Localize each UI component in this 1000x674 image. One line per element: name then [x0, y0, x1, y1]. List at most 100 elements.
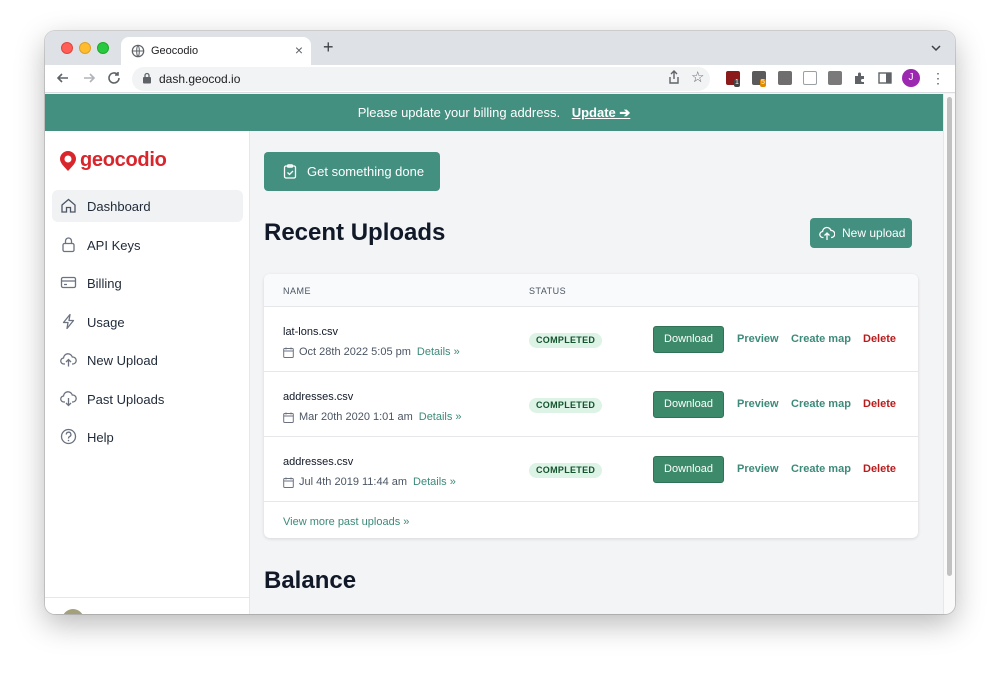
user-avatar[interactable]: [62, 609, 84, 614]
cloud-upload-icon: [819, 226, 835, 240]
extension-page-icon[interactable]: [803, 71, 817, 85]
globe-icon: [131, 44, 145, 58]
sidebar-divider: [45, 597, 250, 598]
tab-title: Geocodio: [151, 45, 199, 57]
calendar-icon: [283, 412, 294, 423]
tab-close-icon[interactable]: ×: [295, 42, 303, 58]
share-icon[interactable]: [667, 69, 681, 85]
table-row: addresses.csv Jul 4th 2019 11:44 am Deta…: [264, 437, 918, 502]
help-circle-icon: [60, 428, 77, 445]
download-button[interactable]: Download: [653, 391, 724, 418]
lock-icon: [143, 72, 151, 84]
extension-s-icon[interactable]: [778, 71, 792, 85]
update-link[interactable]: Update ➔: [572, 105, 631, 120]
new-tab-button[interactable]: +: [323, 37, 334, 58]
details-link[interactable]: Details »: [417, 346, 460, 358]
back-arrow-icon[interactable]: [55, 70, 71, 86]
billing-banner: Please update your billing address. Upda…: [45, 94, 943, 131]
minimize-window-button[interactable]: [79, 42, 91, 54]
uploads-table: NAME STATUS lat-lons.csv Oct 28th 2022 5…: [264, 274, 918, 538]
balance-title: Balance: [264, 567, 357, 594]
browser-tab[interactable]: Geocodio ×: [121, 37, 311, 65]
sidebar: geocodio Dashboard API Keys Billing Usag…: [45, 131, 250, 614]
sidebar-item-past-uploads[interactable]: Past Uploads: [52, 383, 243, 415]
download-button[interactable]: Download: [653, 456, 724, 483]
cloud-download-icon: [60, 391, 77, 407]
maximize-window-button[interactable]: [97, 42, 109, 54]
browser-window: Geocodio × + dash.geocod.io ☆ 1 5 J ⋮ Pl…: [45, 31, 955, 614]
bookmark-star-icon[interactable]: ☆: [691, 68, 704, 86]
profile-avatar[interactable]: J: [902, 69, 920, 87]
upload-date: Oct 28th 2022 5:05 pm Details »: [283, 346, 460, 358]
column-header-name: NAME: [283, 286, 312, 296]
view-more-link[interactable]: View more past uploads »: [283, 516, 409, 528]
table-row: lat-lons.csv Oct 28th 2022 5:05 pm Detai…: [264, 307, 918, 372]
map-pin-logo-icon: [60, 150, 76, 171]
file-name: addresses.csv: [283, 456, 354, 468]
new-upload-button[interactable]: New upload: [810, 218, 912, 248]
table-row: addresses.csv Mar 20th 2020 1:01 am Deta…: [264, 372, 918, 437]
file-name: lat-lons.csv: [283, 326, 339, 338]
tab-strip: Geocodio × +: [45, 31, 955, 65]
sidebar-item-help[interactable]: Help: [52, 421, 243, 453]
delete-link[interactable]: Delete: [863, 398, 896, 410]
credit-card-icon: [60, 276, 77, 289]
banner-message: Please update your billing address.: [357, 105, 561, 120]
file-name: addresses.csv: [283, 391, 354, 403]
calendar-icon: [283, 347, 294, 358]
lock-icon: [62, 237, 75, 253]
date-text: Mar 20th 2020 1:01 am: [299, 411, 413, 423]
create-map-link[interactable]: Create map: [791, 463, 851, 475]
extension-badge: 1: [734, 79, 740, 87]
browser-menu-icon[interactable]: ⋮: [931, 70, 945, 87]
status-badge: COMPLETED: [529, 398, 603, 413]
sidebar-item-label: Billing: [87, 276, 122, 291]
delete-link[interactable]: Delete: [863, 333, 896, 345]
preview-link[interactable]: Preview: [737, 398, 779, 410]
sidebar-item-dashboard[interactable]: Dashboard: [52, 190, 243, 222]
details-link[interactable]: Details »: [413, 476, 456, 488]
details-link[interactable]: Details »: [419, 411, 462, 423]
tab-search-chevron-icon[interactable]: [931, 43, 941, 53]
date-text: Oct 28th 2022 5:05 pm: [299, 346, 411, 358]
download-button[interactable]: Download: [653, 326, 724, 353]
sidebar-item-usage[interactable]: Usage: [52, 306, 243, 338]
table-header: NAME STATUS: [264, 274, 918, 307]
status-badge: COMPLETED: [529, 463, 603, 478]
sidebar-item-label: Usage: [87, 315, 125, 330]
side-panel-icon[interactable]: [877, 70, 893, 86]
extension-h-icon[interactable]: [828, 71, 842, 85]
logo-text: geocodio: [80, 149, 167, 171]
get-something-done-button[interactable]: Get something done: [264, 152, 440, 191]
sidebar-item-new-upload[interactable]: New Upload: [52, 344, 243, 376]
lightning-icon: [62, 313, 75, 330]
reload-icon[interactable]: [106, 70, 122, 86]
cloud-upload-icon: [60, 353, 77, 367]
create-map-link[interactable]: Create map: [791, 333, 851, 345]
create-map-link[interactable]: Create map: [791, 398, 851, 410]
delete-link[interactable]: Delete: [863, 463, 896, 475]
calendar-icon: [283, 477, 294, 488]
date-text: Jul 4th 2019 11:44 am: [299, 476, 408, 488]
forward-arrow-icon[interactable]: [81, 70, 97, 86]
sidebar-item-label: New Upload: [87, 353, 158, 368]
extensions-puzzle-icon[interactable]: [852, 70, 868, 86]
preview-link[interactable]: Preview: [737, 333, 779, 345]
geocodio-logo[interactable]: geocodio: [58, 149, 167, 172]
preview-link[interactable]: Preview: [737, 463, 779, 475]
sidebar-item-api-keys[interactable]: API Keys: [52, 229, 243, 261]
get-something-done-label: Get something done: [307, 164, 425, 179]
new-upload-label: New upload: [842, 226, 906, 240]
sidebar-item-label: API Keys: [87, 238, 141, 253]
sidebar-item-label: Past Uploads: [87, 392, 165, 407]
status-badge: COMPLETED: [529, 333, 603, 348]
upload-date: Mar 20th 2020 1:01 am Details »: [283, 411, 462, 423]
column-header-status: STATUS: [529, 286, 567, 296]
address-bar[interactable]: dash.geocod.io: [132, 67, 710, 91]
main-content: Get something done Recent Uploads New up…: [251, 131, 943, 614]
sidebar-item-label: Help: [87, 430, 114, 445]
scrollbar-thumb[interactable]: [947, 97, 952, 576]
close-window-button[interactable]: [61, 42, 73, 54]
upload-date: Jul 4th 2019 11:44 am Details »: [283, 476, 456, 488]
sidebar-item-billing[interactable]: Billing: [52, 267, 243, 299]
